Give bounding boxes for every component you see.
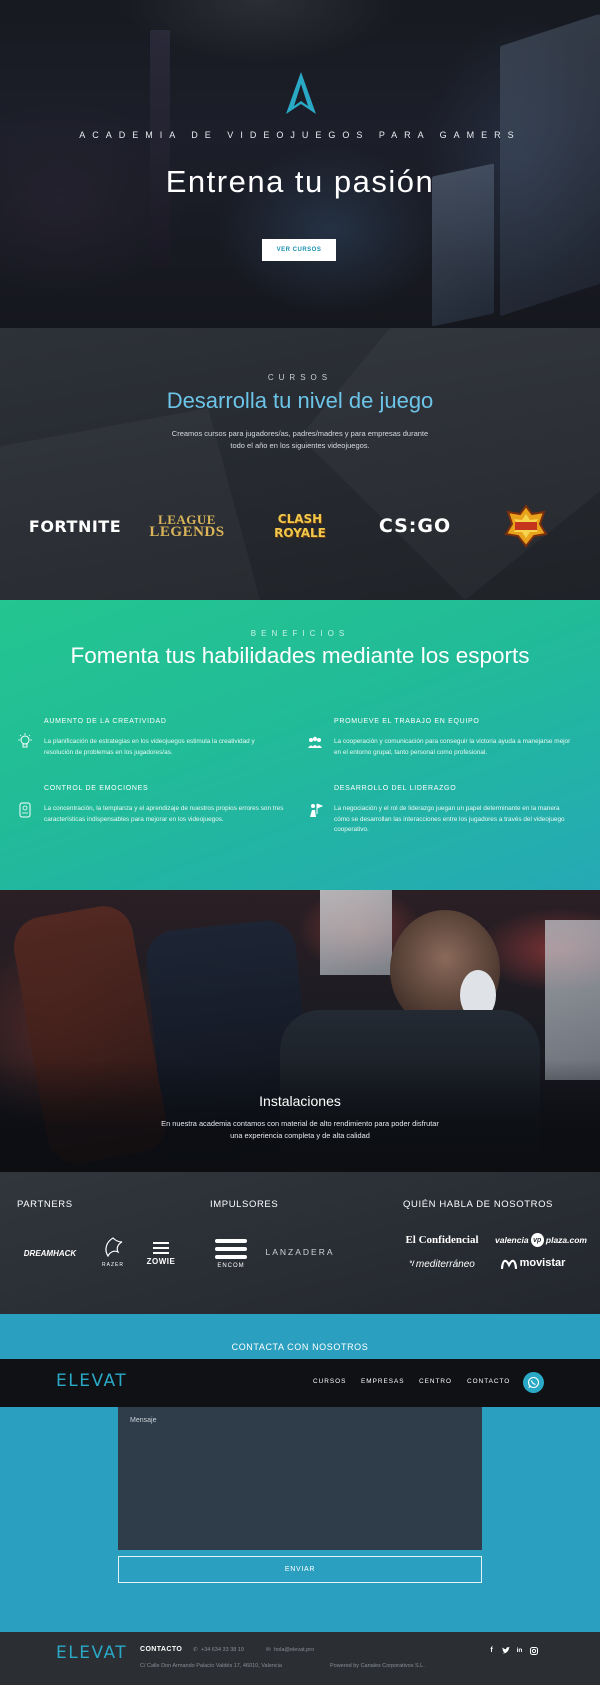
nav-cursos[interactable]: CURSOS [313, 1378, 346, 1385]
footer-contact-label: CONTACTO [140, 1646, 183, 1653]
benefit-title: CONTROL DE EMOCIONES [44, 785, 149, 792]
impulsores-heading: IMPULSORES [210, 1199, 279, 1210]
logo-text: CLASH [277, 512, 323, 526]
benefit-text: La planificación de estrategias en los v… [44, 738, 255, 756]
beneficios-kicker: BENEFICIOS [250, 629, 350, 638]
logo-text: valencia [495, 1235, 529, 1245]
nav-contacto[interactable]: CONTACTO [467, 1378, 510, 1385]
send-button[interactable]: ENVIAR [118, 1556, 482, 1583]
message-textarea[interactable] [118, 1407, 482, 1550]
linkedin-icon[interactable]: in [515, 1646, 524, 1655]
hero-title: Entrena tu pasión [165, 164, 435, 199]
lightbulb-icon [18, 733, 32, 748]
beneficios-title: Fomenta tus habilidades mediante los esp… [70, 643, 530, 668]
mail-icon: ✉ [266, 1647, 271, 1653]
benefit-text: La negociación y el rol de liderazgo jue… [334, 805, 565, 833]
instalaciones-description: En nuestra academia contamos con materia… [150, 1118, 450, 1142]
csgo-logo[interactable]: CS:GO [370, 508, 460, 544]
sticky-navbar: ELEVAT CURSOS EMPRESAS CENTRO CONTACTO [0, 1359, 600, 1407]
benefit-text: La concentración, la templanza y el apre… [44, 805, 284, 823]
instagram-icon[interactable] [529, 1646, 538, 1655]
shade-overlay [0, 1060, 600, 1172]
logo-text: plaza.com [545, 1235, 587, 1245]
brawl-stars-logo[interactable] [504, 504, 548, 548]
leadership-icon [310, 803, 323, 817]
clash-royale-logo[interactable]: CLASH ROYALE [255, 508, 345, 544]
prensa-heading: QUIÉN HABLA DE NOSOTROS [403, 1199, 553, 1210]
ver-cursos-button[interactable]: VER CURSOS [262, 239, 336, 261]
desc-line: Creamos cursos para jugadores/as, padres… [171, 429, 429, 438]
logo-text: vp [530, 1233, 544, 1247]
partners-heading: PARTNERS [17, 1199, 73, 1210]
razer-text: RAZER [102, 1262, 124, 1268]
encom-icon [215, 1238, 247, 1259]
whatsapp-icon [527, 1376, 540, 1389]
dreamhack-logo[interactable]: DREAMHACK [16, 1242, 84, 1264]
whatsapp-button[interactable] [523, 1372, 544, 1393]
partners-section: PARTNERS IMPULSORES QUIÉN HABLA DE NOSOT… [0, 1172, 600, 1314]
cursos-kicker: CURSOS [267, 373, 333, 382]
nav-empresas[interactable]: EMPRESAS [361, 1378, 405, 1385]
nav-logo[interactable]: ELEVAT [56, 1371, 127, 1391]
desc-line: todo el año en los siguientes videojuego… [230, 441, 370, 450]
instalaciones-title: Instalaciones [259, 1093, 341, 1109]
benefit-text: La cooperación y comunicación para conse… [334, 738, 571, 756]
footer-powered[interactable]: Powered by Canales Corporativos S.L. [330, 1663, 425, 1669]
monitor [545, 920, 600, 1080]
fortnite-logo[interactable]: FORTNITE [29, 508, 121, 544]
hero-section: ACADEMIA DE VIDEOJUEGOS PARA GAMERS Entr… [0, 0, 600, 328]
mediterraneo-logo[interactable]: °/mediterráneo [403, 1256, 481, 1272]
logo-text: movistar [519, 1257, 566, 1269]
movistar-logo[interactable]: movistar [497, 1254, 569, 1272]
encom-text: ENCOM [217, 1262, 245, 1269]
team-icon [308, 736, 322, 748]
razer-snake-icon [105, 1237, 123, 1258]
zowie-icon [153, 1241, 169, 1254]
benefit-liderazgo: DESARROLLO DEL LIDERAZGO La negociación … [334, 785, 574, 836]
hero-kicker: ACADEMIA DE VIDEOJUEGOS PARA GAMERS [79, 130, 521, 140]
benefit-trabajo-equipo: PROMUEVE EL TRABAJO EN EQUIPO La coopera… [334, 718, 574, 758]
cursos-description: Creamos cursos para jugadores/as, padres… [160, 428, 440, 452]
zowie-text: ZOWIE [146, 1256, 176, 1266]
footer-logo[interactable]: ELEVAT [56, 1643, 127, 1663]
lanzadera-logo[interactable]: LANZADERA [264, 1244, 336, 1260]
monitor [320, 890, 392, 975]
cursos-section: CURSOS Desarrolla tu nivel de juego Crea… [0, 328, 600, 600]
benefit-title: DESARROLLO DEL LIDERAZGO [334, 785, 457, 792]
benefit-control-emociones: CONTROL DE EMOCIONES La concentración, l… [44, 785, 284, 825]
encom-logo[interactable]: ENCOM [210, 1232, 252, 1274]
logo-text: LEGENDS [149, 524, 225, 540]
footer-address: C/ Calle Don Armando Palacio Valdés 17, … [140, 1663, 282, 1669]
background-facet [300, 328, 600, 600]
zowie-logo[interactable]: ZOWIE [144, 1230, 178, 1274]
nav-centro[interactable]: CENTRO [419, 1378, 452, 1385]
contacta-title: CONTACTA CON NOSOTROS [231, 1342, 369, 1352]
instalaciones-section: Instalaciones En nuestra academia contam… [0, 890, 600, 1172]
logo-text: ROYALE [274, 526, 326, 540]
benefit-creatividad: AUMENTO DE LA CREATIVIDAD La planificaci… [44, 718, 284, 758]
desc-line: En nuestra academia contamos con materia… [161, 1119, 439, 1128]
el-confidencial-logo[interactable]: El Confidencial [403, 1232, 481, 1248]
movistar-m-icon [500, 1259, 517, 1269]
footer: ELEVAT CONTACTO ✆ +34 634 33 38 19 ✉ hol… [0, 1632, 600, 1685]
cursos-title: Desarrolla tu nivel de juego [166, 388, 434, 413]
facebook-icon[interactable]: f [487, 1646, 496, 1655]
twitter-icon[interactable] [501, 1646, 510, 1655]
benefit-title: PROMUEVE EL TRABAJO EN EQUIPO [334, 718, 480, 725]
logo-text: mediterráneo [415, 1258, 475, 1270]
league-of-legends-logo[interactable]: LEAGUE LEGENDS [142, 508, 232, 544]
benefit-title: AUMENTO DE LA CREATIVIDAD [44, 718, 167, 725]
elevat-a-logo-icon [286, 72, 316, 114]
beneficios-section: BENEFICIOS Fomenta tus habilidades media… [0, 600, 600, 890]
emotions-icon [19, 802, 31, 818]
razer-logo[interactable]: RAZER [96, 1230, 130, 1274]
footer-email[interactable]: hola@elevat.pro [274, 1647, 314, 1653]
phone-icon: ✆ [193, 1647, 198, 1653]
desc-line: una experiencia completa y de alta calid… [230, 1131, 370, 1140]
footer-phone[interactable]: +34 634 33 38 19 [201, 1647, 244, 1653]
valencia-plaza-logo[interactable]: valencia vp plaza.com [495, 1232, 587, 1248]
